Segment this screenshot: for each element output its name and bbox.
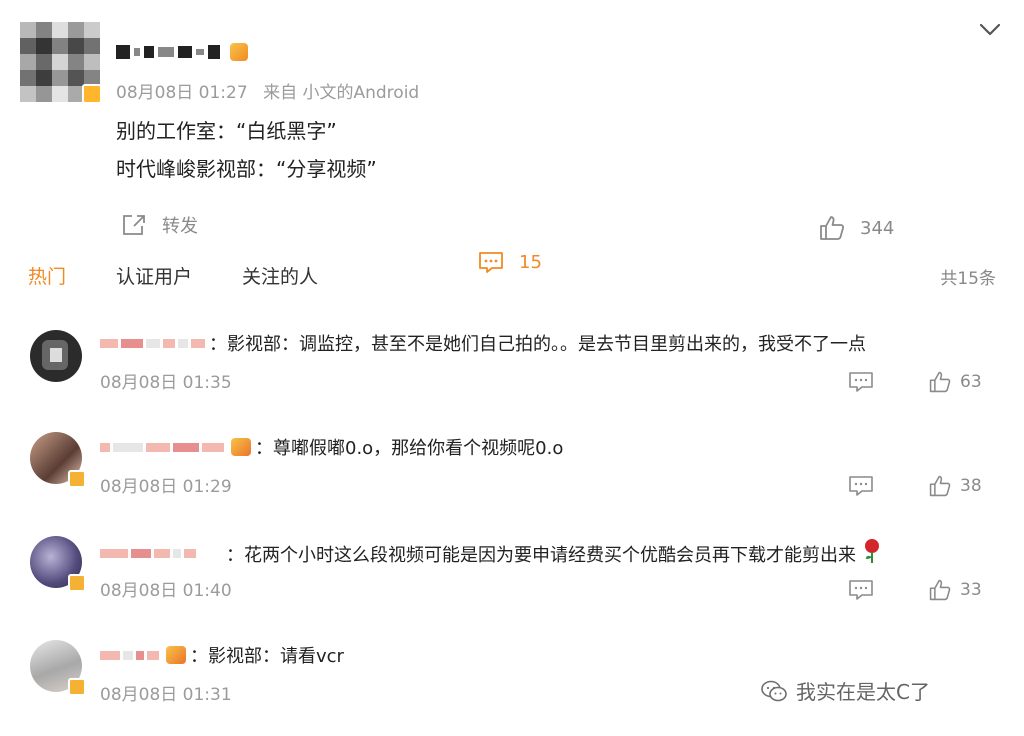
comment-item: ：尊嘟假嘟0.o，那给你看个视频呢0.o 08月08日 01:29 38 <box>0 426 1024 526</box>
vip-badge-icon <box>68 678 86 696</box>
commenter-name[interactable] <box>100 438 251 456</box>
comment-like-count: 63 <box>960 372 982 392</box>
comment-icon <box>849 372 873 392</box>
comment-time: 08月08日 01:40 <box>100 581 232 601</box>
comment-tabs: 热门 认证用户 关注的人 <box>28 262 368 289</box>
post-source: 来自 小文的Android <box>263 83 420 103</box>
commenter-name[interactable] <box>100 338 205 348</box>
post-author-name[interactable] <box>116 40 248 64</box>
comment-like-count: 33 <box>960 580 982 600</box>
commenter-name[interactable] <box>100 646 186 664</box>
vip-badge-icon <box>82 84 102 104</box>
comment-count: 15 <box>519 251 542 273</box>
chevron-down-icon <box>979 23 1001 36</box>
like-button[interactable]: 344 <box>818 214 894 242</box>
comment-like-count: 38 <box>960 476 982 496</box>
tab-hot[interactable]: 热门 <box>28 262 66 289</box>
tab-verified-users[interactable]: 认证用户 <box>116 262 192 289</box>
post-body: 别的工作室：“白纸黑字” 时代峰峻影视部：“分享视频” <box>116 112 377 188</box>
tab-following[interactable]: 关注的人 <box>242 262 318 289</box>
commenter-avatar[interactable] <box>30 536 86 592</box>
rose-icon <box>862 538 882 569</box>
reply-button[interactable] <box>848 474 874 502</box>
repost-label: 转发 <box>162 216 198 237</box>
weibo-post-page: 08月08日 01:27 来自 小文的Android 别的工作室：“白纸黑字” … <box>0 0 1024 736</box>
comment-time: 08月08日 01:29 <box>100 477 232 497</box>
commenter-avatar[interactable] <box>30 640 86 696</box>
comment-item: ：影视部：调监控，甚至不是她们自己拍的。。是去节目里剪出来的，我受不了一点 08… <box>0 322 1024 422</box>
total-comment-count: 共15条 <box>940 269 996 289</box>
comment-text: ：影视部：调监控，甚至不是她们自己拍的。。是去节目里剪出来的，我受不了一点 <box>209 334 866 355</box>
member-badge-icon <box>166 646 186 664</box>
more-options-button[interactable] <box>976 16 1004 44</box>
member-badge-icon <box>231 438 251 456</box>
wechat-icon <box>761 680 787 701</box>
comment-like-button[interactable]: 33 <box>928 578 982 602</box>
post-line-1: 别的工作室：“白纸黑字” <box>116 119 337 143</box>
comment-time: 08月08日 01:31 <box>100 685 232 705</box>
thumbs-up-icon <box>929 579 951 601</box>
comment-item: ：花两个小时这么段视频可能是因为要申请经费买个优酷会员再下载才能剪出来 08月0… <box>0 530 1024 630</box>
commenter-name[interactable] <box>100 549 196 558</box>
thumbs-up-icon <box>929 475 951 497</box>
comment-text: ：影视部：请看vcr <box>190 646 344 667</box>
post-time: 08月08日 01:27 <box>116 83 248 103</box>
comment-line: ：尊嘟假嘟0.o，那给你看个视频呢0.o <box>100 434 563 460</box>
comment-like-button[interactable]: 63 <box>928 370 982 394</box>
comment-button[interactable]: 15 <box>477 212 1024 312</box>
comment-line: ：影视部：调监控，甚至不是她们自己拍的。。是去节目里剪出来的，我受不了一点 <box>100 330 866 356</box>
vip-badge-icon <box>68 470 86 488</box>
member-badge-icon <box>230 43 248 61</box>
vip-badge-icon <box>68 574 86 592</box>
repost-button[interactable]: 转发 <box>120 212 198 238</box>
watermark: 我实在是太C了 <box>760 676 930 705</box>
commenter-avatar[interactable] <box>30 432 86 488</box>
post-line-2: 时代峰峻影视部：“分享视频” <box>116 157 377 181</box>
thumbs-up-icon <box>929 371 951 393</box>
thumbs-up-icon <box>820 216 845 240</box>
watermark-text: 我实在是太C了 <box>796 680 930 704</box>
comment-line: ：花两个小时这么段视频可能是因为要申请经费买个优酷会员再下载才能剪出来 <box>100 538 882 569</box>
like-count: 344 <box>860 217 895 239</box>
post-author-avatar[interactable] <box>20 22 102 104</box>
comment-text: ：尊嘟假嘟0.o，那给你看个视频呢0.o <box>255 438 564 459</box>
reply-button[interactable] <box>848 370 874 398</box>
comment-icon <box>479 252 503 273</box>
comment-icon <box>849 580 873 600</box>
commenter-avatar[interactable] <box>30 330 82 382</box>
comment-icon <box>849 476 873 496</box>
comment-like-button[interactable]: 38 <box>928 474 982 498</box>
repost-icon <box>123 215 145 235</box>
post-meta: 08月08日 01:27 来自 小文的Android <box>116 78 419 103</box>
comment-time: 08月08日 01:35 <box>100 373 232 393</box>
comment-line: ：影视部：请看vcr <box>100 642 344 668</box>
reply-button[interactable] <box>848 578 874 606</box>
comment-text: ：花两个小时这么段视频可能是因为要申请经费买个优酷会员再下载才能剪出来 <box>226 544 856 566</box>
